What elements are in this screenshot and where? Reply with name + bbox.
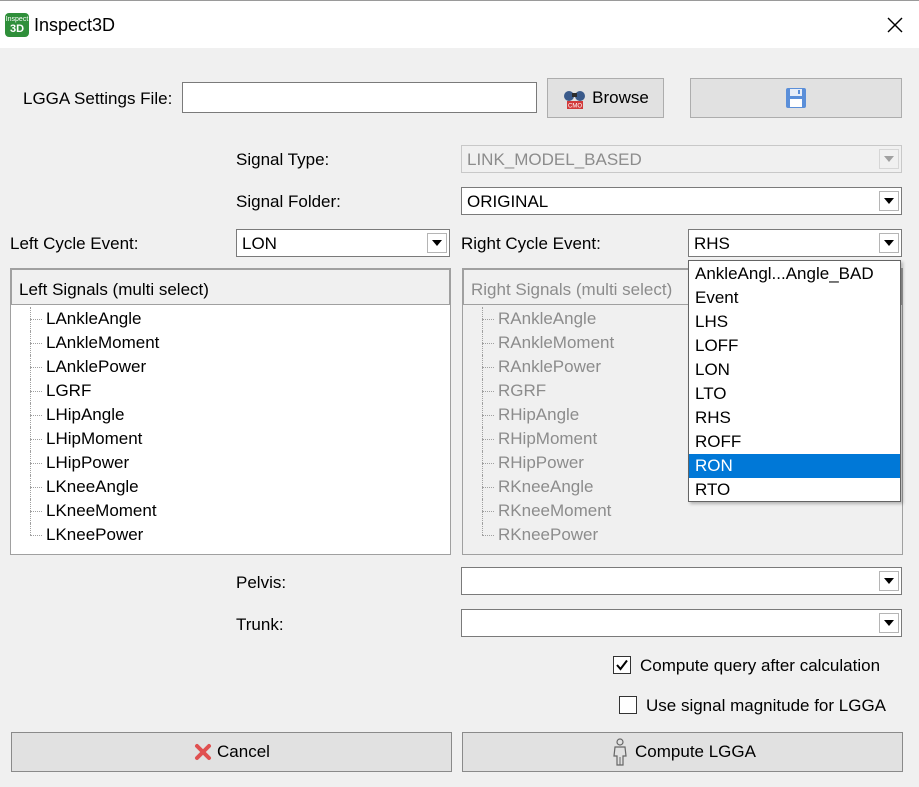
signal-magnitude-checkbox[interactable] (619, 696, 637, 714)
pelvis-label: Pelvis: (236, 573, 287, 592)
right-cycle-event-dropdown[interactable]: AnkleAngl...Angle_BAD Event LHS LOFF LON LTO R… (688, 260, 901, 502)
checkmark-icon (616, 659, 628, 671)
chevron-down-icon[interactable] (427, 233, 447, 253)
list-item[interactable]: LKneePower (11, 523, 450, 547)
close-icon[interactable] (885, 15, 905, 35)
signal-type-label: Signal Type: (236, 150, 330, 169)
settings-file-input[interactable] (182, 82, 537, 113)
dropdown-option[interactable]: LHS (689, 310, 900, 334)
browse-button[interactable]: CMO Browse (547, 78, 664, 118)
list-item[interactable]: LGRF (11, 379, 450, 403)
chevron-down-icon (879, 149, 899, 169)
list-item[interactable]: LKneeAngle (11, 475, 450, 499)
left-cycle-event-combo[interactable]: LON (236, 229, 450, 257)
dropdown-option[interactable]: RHS (689, 406, 900, 430)
list-item[interactable]: LHipMoment (11, 427, 450, 451)
list-item[interactable]: LAnkleMoment (11, 331, 450, 355)
signal-folder-label: Signal Folder: (236, 192, 341, 211)
list-item[interactable]: LHipAngle (11, 403, 450, 427)
app-icon-text-top: Inspect (5, 16, 29, 23)
list-item[interactable]: LAnkleAngle (11, 307, 450, 331)
compute-lgga-label: Compute LGGA (635, 742, 756, 761)
left-signals-list[interactable]: Left Signals (multi select) LAnkleAngle L… (10, 268, 451, 555)
app-icon-text-bottom: 3D (9, 23, 25, 35)
list-item[interactable]: LAnklePower (11, 355, 450, 379)
trunk-label: Trunk: (236, 615, 284, 634)
pelvis-combo[interactable] (461, 567, 902, 595)
save-button[interactable] (690, 78, 902, 118)
signal-folder-value: ORIGINAL (467, 192, 549, 211)
binoculars-icon: CMO (564, 91, 586, 110)
left-signals-header: Left Signals (multi select) (11, 269, 450, 305)
list-item: RKneePower (463, 523, 902, 547)
compute-query-checkbox[interactable] (613, 656, 631, 674)
chevron-down-icon[interactable] (879, 191, 899, 211)
left-cycle-event-value: LON (242, 234, 277, 253)
chevron-down-icon[interactable] (879, 613, 899, 633)
list-item[interactable]: LKneeMoment (11, 499, 450, 523)
chevron-down-icon[interactable] (879, 233, 899, 253)
save-icon (786, 88, 806, 108)
compute-query-label[interactable]: Compute query after calculation (640, 656, 880, 676)
left-cycle-event-label: Left Cycle Event: (10, 234, 139, 253)
dropdown-option[interactable]: LON (689, 358, 900, 382)
signal-type-value: LINK_MODEL_BASED (467, 150, 642, 169)
signal-type-combo: LINK_MODEL_BASED (461, 145, 902, 173)
list-item[interactable]: LHipPower (11, 451, 450, 475)
dropdown-option[interactable]: Event (689, 286, 900, 310)
cancel-button[interactable]: Cancel (11, 732, 452, 772)
list-item: RKneeMoment (463, 499, 902, 523)
right-cycle-event-value: RHS (694, 234, 730, 253)
browse-badge-text: CMO (568, 104, 582, 110)
right-cycle-event-combo[interactable]: RHS (688, 229, 902, 257)
settings-file-label: LGGA Settings File: (23, 89, 173, 108)
window-title: Inspect3D (34, 15, 116, 35)
chevron-down-icon[interactable] (879, 571, 899, 591)
signal-magnitude-label[interactable]: Use signal magnitude for LGGA (646, 696, 886, 716)
cancel-icon (195, 744, 212, 760)
title-bar: Inspect 3D Inspect3D (0, 0, 919, 48)
dropdown-option[interactable]: AnkleAngl...Angle_BAD (689, 262, 900, 286)
compute-lgga-button[interactable]: Compute LGGA (462, 732, 903, 772)
right-cycle-event-label: Right Cycle Event: (461, 234, 601, 253)
left-signals-tree[interactable]: LAnkleAngle LAnkleMoment LAnklePower LGRF LH… (11, 307, 450, 547)
browse-label: Browse (592, 88, 649, 107)
dropdown-option[interactable]: LOFF (689, 334, 900, 358)
dropdown-option[interactable]: RON (689, 454, 900, 478)
dropdown-option[interactable]: RTO (689, 478, 900, 502)
dropdown-option[interactable]: ROFF (689, 430, 900, 454)
cancel-label: Cancel (217, 742, 270, 761)
dropdown-option[interactable]: LTO (689, 382, 900, 406)
human-figure-icon (613, 738, 627, 766)
app-icon: Inspect 3D (5, 13, 29, 37)
trunk-combo[interactable] (461, 609, 902, 637)
signal-folder-combo[interactable]: ORIGINAL (461, 187, 902, 215)
